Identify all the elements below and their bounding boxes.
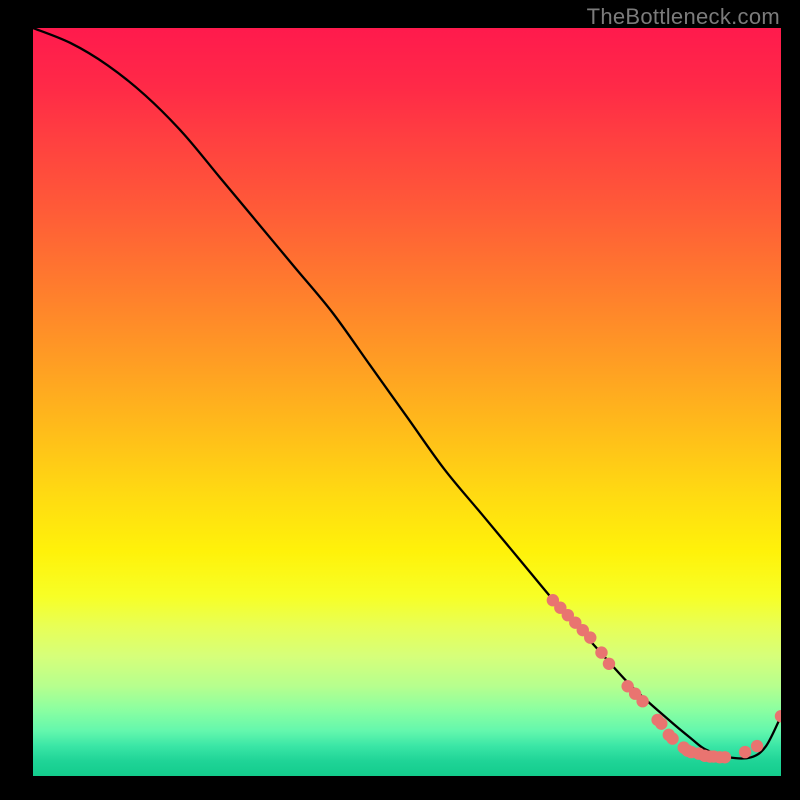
watermark-text: TheBottleneck.com — [587, 4, 780, 30]
marker-dot — [699, 750, 711, 762]
marker-dot — [719, 751, 731, 763]
marker-dot — [621, 680, 633, 692]
marker-dot — [666, 732, 678, 744]
marker-dot — [751, 740, 763, 752]
chart-stage: TheBottleneck.com — [0, 0, 800, 800]
marker-dot — [693, 747, 705, 759]
bottleneck-curve — [33, 28, 781, 758]
marker-dot — [562, 609, 574, 621]
marker-dot — [707, 750, 719, 762]
marker-dot — [547, 594, 559, 606]
marker-dot — [775, 710, 781, 722]
chart-plot-area — [33, 28, 781, 776]
marker-dot — [681, 744, 693, 756]
marker-dot — [629, 688, 641, 700]
marker-dot — [595, 646, 607, 658]
marker-dot — [603, 658, 615, 670]
marker-dot — [678, 741, 690, 753]
chart-svg — [33, 28, 781, 776]
marker-dot — [713, 751, 725, 763]
marker-dot — [663, 729, 675, 741]
marker-dot — [584, 631, 596, 643]
marker-dot — [577, 624, 589, 636]
marker-dot — [569, 616, 581, 628]
marker-dot — [704, 750, 716, 762]
marker-dot — [655, 717, 667, 729]
marker-dot — [651, 714, 663, 726]
marker-dot — [636, 695, 648, 707]
marker-dot — [685, 746, 697, 758]
marker-dot — [554, 602, 566, 614]
chart-markers — [547, 594, 781, 763]
marker-dot — [739, 746, 751, 758]
